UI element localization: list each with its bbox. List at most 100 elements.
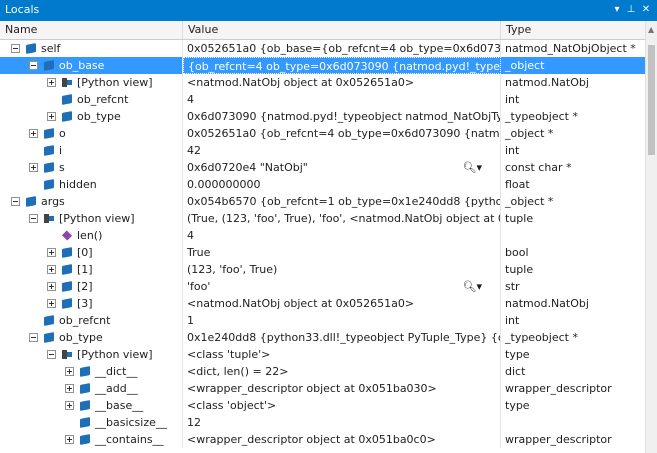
dropdown-icon[interactable]: ▾ bbox=[610, 3, 624, 17]
expand-icon[interactable] bbox=[65, 367, 74, 376]
tree-row[interactable]: [Python view] (True, (123, 'foo', True), … bbox=[0, 210, 645, 227]
close-icon[interactable]: ✕ bbox=[639, 3, 653, 17]
value-cell[interactable]: <natmod.NatObj object at 0x052651a0> bbox=[183, 295, 501, 312]
tree-row[interactable]: [2] 'foo' 🔍︎▾ str bbox=[0, 278, 645, 295]
pin-icon[interactable]: ⊥ bbox=[624, 3, 638, 17]
value-cell[interactable]: 0x052651a0 {ob_base={ob_refcnt=4 ob_type… bbox=[183, 40, 501, 57]
tree-row[interactable]: [Python view] <class 'tuple'> type bbox=[0, 346, 645, 363]
variable-value: {ob_refcnt=4 ob_type=0x6d073090 {natmod.… bbox=[188, 60, 501, 73]
visualizer-icon[interactable]: 🔍︎▾ bbox=[463, 159, 483, 176]
tree-row[interactable]: [1] (123, 'foo', True) tuple bbox=[0, 261, 645, 278]
expand-icon[interactable] bbox=[65, 401, 74, 410]
type-cell: wrapper_descriptor bbox=[505, 382, 612, 395]
type-cell bbox=[501, 414, 645, 431]
value-cell[interactable]: 12 bbox=[183, 414, 501, 431]
expand-icon[interactable] bbox=[65, 435, 74, 444]
expand-icon[interactable] bbox=[65, 384, 74, 393]
tree-row[interactable]: s 0x6d0720e4 "NatObj" 🔍︎▾ const char * bbox=[0, 159, 645, 176]
value-cell[interactable]: 4 bbox=[183, 91, 501, 108]
tree-row[interactable]: len() 4 bbox=[0, 227, 645, 244]
collapse-icon[interactable] bbox=[29, 61, 38, 70]
value-cell[interactable]: <dict, len() = 22> bbox=[183, 363, 501, 380]
tree-row[interactable]: [Python view] <natmod.NatObj object at 0x… bbox=[0, 74, 645, 91]
value-cell[interactable]: 1 bbox=[183, 312, 501, 329]
collapse-icon[interactable] bbox=[11, 44, 20, 53]
tree-row[interactable]: __dict__ <dict, len() = 22> dict bbox=[0, 363, 645, 380]
value-cell[interactable]: (123, 'foo', True) bbox=[183, 261, 501, 278]
column-type-header[interactable]: Type bbox=[501, 21, 645, 39]
value-cell[interactable]: <class 'tuple'> bbox=[183, 346, 501, 363]
variable-value: 0x054b6570 {ob_refcnt=1 ob_type=0x1e240d… bbox=[187, 195, 501, 208]
column-value-header[interactable]: Value bbox=[183, 21, 501, 39]
python-view-icon bbox=[62, 350, 72, 359]
expand-icon[interactable] bbox=[29, 129, 38, 138]
tree-row[interactable]: __add__ <wrapper_descriptor object at 0x0… bbox=[0, 380, 645, 397]
field-icon bbox=[80, 400, 90, 411]
tree-row[interactable]: [0] True bool bbox=[0, 244, 645, 261]
value-cell[interactable]: (True, (123, 'foo', True), 'foo', <natmo… bbox=[183, 210, 501, 227]
tree-row[interactable]: self 0x052651a0 {ob_base={ob_refcnt=4 ob_… bbox=[0, 40, 645, 57]
variable-value: <wrapper_descriptor object at 0x051ba0c0… bbox=[187, 433, 436, 446]
visualizer-icon[interactable]: 🔍︎▾ bbox=[463, 278, 483, 295]
value-cell[interactable]: 'foo' 🔍︎▾ bbox=[183, 278, 501, 295]
value-cell[interactable]: 42 bbox=[183, 142, 501, 159]
value-cell[interactable]: 0x054b6570 {ob_refcnt=1 ob_type=0x1e240d… bbox=[183, 193, 501, 210]
expand-icon[interactable] bbox=[29, 163, 38, 172]
value-cell[interactable]: 0.000000000 bbox=[183, 176, 501, 193]
type-cell: float bbox=[505, 178, 530, 191]
expand-icon[interactable] bbox=[47, 248, 56, 257]
value-cell[interactable]: {ob_refcnt=4 ob_type=0x6d073090 {natmod.… bbox=[183, 57, 501, 74]
value-cell[interactable]: <natmod.NatObj object at 0x052651a0> bbox=[183, 74, 501, 91]
tree-row[interactable]: __contains__ <wrapper_descriptor object a… bbox=[0, 431, 645, 448]
tree-row[interactable]: i 42 int bbox=[0, 142, 645, 159]
vertical-scrollbar[interactable]: ▲ bbox=[645, 21, 657, 453]
value-cell[interactable]: 0x052651a0 {ob_refcnt=4 ob_type=0x6d0730… bbox=[183, 125, 501, 142]
name-cell: s bbox=[0, 159, 183, 176]
value-cell[interactable]: True bbox=[183, 244, 501, 261]
value-cell[interactable]: 0x6d073090 {natmod.pyd!_typeobject natmo… bbox=[183, 108, 501, 125]
expand-icon[interactable] bbox=[47, 112, 56, 121]
variable-value: <class 'object'> bbox=[187, 399, 277, 412]
variable-name: s bbox=[59, 161, 65, 174]
tree-row[interactable]: __basicsize__ 12 bbox=[0, 414, 645, 431]
field-icon bbox=[62, 298, 72, 309]
variable-name: ob_refcnt bbox=[59, 314, 111, 327]
tree-row[interactable]: [3] <natmod.NatObj object at 0x052651a0> n… bbox=[0, 295, 645, 312]
tree-row[interactable]: __base__ <class 'object'> type bbox=[0, 397, 645, 414]
value-cell[interactable]: 0x1e240dd8 {python33.dll!_typeobject PyT… bbox=[183, 329, 501, 346]
scroll-up-icon[interactable]: ▲ bbox=[648, 25, 654, 34]
collapse-icon[interactable] bbox=[29, 333, 38, 342]
column-name-header[interactable]: Name bbox=[0, 21, 183, 39]
collapse-icon[interactable] bbox=[47, 350, 56, 359]
tree-row[interactable]: ob_refcnt 1 int bbox=[0, 312, 645, 329]
tree-row[interactable]: o 0x052651a0 {ob_refcnt=4 ob_type=0x6d073… bbox=[0, 125, 645, 142]
collapse-icon[interactable] bbox=[29, 214, 38, 223]
scrollbar-thumb[interactable] bbox=[648, 45, 655, 155]
name-cell: [Python view] bbox=[0, 210, 183, 227]
tree-row[interactable]: ob_base {ob_refcnt=4 ob_type=0x6d073090 {… bbox=[0, 57, 645, 74]
name-cell: [Python view] bbox=[0, 74, 183, 91]
type-cell: _object * bbox=[505, 195, 554, 208]
tree-row[interactable]: args 0x054b6570 {ob_refcnt=1 ob_type=0x1e… bbox=[0, 193, 645, 210]
variable-name: [Python view] bbox=[59, 212, 135, 225]
name-cell: __basicsize__ bbox=[0, 414, 183, 431]
field-icon bbox=[44, 145, 54, 156]
field-icon bbox=[44, 315, 54, 326]
value-cell[interactable]: <wrapper_descriptor object at 0x051ba030… bbox=[183, 380, 501, 397]
value-cell[interactable]: 0x6d0720e4 "NatObj" 🔍︎▾ bbox=[183, 159, 501, 176]
expand-icon[interactable] bbox=[47, 265, 56, 274]
tree-row[interactable]: ob_type 0x1e240dd8 {python33.dll!_typeobj… bbox=[0, 329, 645, 346]
expand-icon[interactable] bbox=[47, 282, 56, 291]
expand-icon[interactable] bbox=[47, 299, 56, 308]
collapse-icon[interactable] bbox=[11, 197, 20, 206]
value-cell[interactable]: <wrapper_descriptor object at 0x051ba0c0… bbox=[183, 431, 501, 448]
name-cell: args bbox=[0, 193, 183, 210]
tree-row[interactable]: hidden 0.000000000 float bbox=[0, 176, 645, 193]
variable-value: <natmod.NatObj object at 0x052651a0> bbox=[187, 76, 415, 89]
tree-row[interactable]: ob_refcnt 4 int bbox=[0, 91, 645, 108]
value-cell[interactable]: 4 bbox=[183, 227, 501, 244]
tree-row[interactable]: ob_type 0x6d073090 {natmod.pyd!_typeobjec… bbox=[0, 108, 645, 125]
value-cell[interactable]: <class 'object'> bbox=[183, 397, 501, 414]
variable-name: [2] bbox=[77, 280, 93, 293]
expand-icon[interactable] bbox=[47, 78, 56, 87]
